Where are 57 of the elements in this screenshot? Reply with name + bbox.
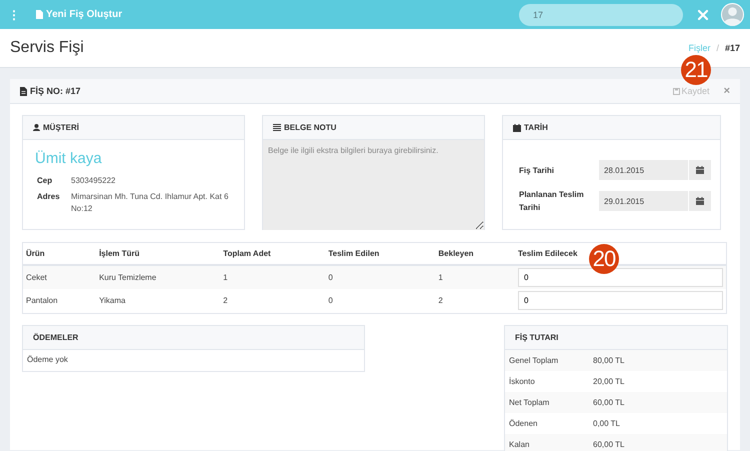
- note-field[interactable]: Belge ile ilgili ekstra bilgileri buraya girebilirsiniz.: [263, 140, 484, 230]
- user-icon: [33, 124, 40, 131]
- breadcrumb-link[interactable]: Fişler: [688, 43, 710, 53]
- calendar-icon: [696, 166, 704, 174]
- panel-title: FİŞ NO: #17: [30, 86, 81, 96]
- menu-icon[interactable]: ⋮: [8, 8, 22, 22]
- total-value: 60,00 TL: [593, 398, 626, 406]
- page-title: Servis Fişi: [10, 39, 84, 57]
- close-button[interactable]: ×: [724, 85, 730, 97]
- card-title: FİŞ TUTARI: [515, 332, 558, 342]
- table-cell: 1: [220, 265, 326, 289]
- total-value: 60,00 TL: [593, 440, 626, 448]
- document-icon: [36, 10, 43, 19]
- total-label: Kalan: [509, 440, 530, 448]
- card-title: ÖDEMELER: [33, 332, 78, 342]
- calendar-icon: [513, 124, 521, 132]
- table-cell: 1: [435, 265, 515, 289]
- document-icon: [20, 86, 27, 96]
- table-cell: 0: [325, 265, 436, 289]
- field-label: Planlanan Teslim Tarihi: [519, 189, 585, 214]
- field-value: 5303495222: [71, 175, 116, 187]
- list-icon: [273, 124, 281, 131]
- field-label: Fiş Tarihi: [519, 164, 555, 176]
- table-cell: Kuru Temizleme: [96, 265, 220, 289]
- customer-name: Ümit kaya: [35, 150, 103, 167]
- field-value: Mimarsinan Mh. Tuna Cd. Ihlamur Apt. Kat 6 No:12: [71, 191, 230, 215]
- total-value: 0,00 TL: [593, 418, 621, 428]
- card-title: BELGE NOTU: [284, 123, 336, 132]
- total-label: Genel Toplam: [509, 356, 560, 364]
- search-field[interactable]: 17: [519, 4, 683, 26]
- field-label: Cep: [37, 175, 54, 187]
- total-label: Net Toplam: [509, 398, 550, 406]
- table-cell: Yikama: [96, 289, 220, 313]
- table-cell: Ceket: [22, 265, 96, 289]
- total-value: 20,00 TL: [593, 376, 626, 386]
- app-title: Yeni Fiş Oluştur: [46, 9, 122, 20]
- total-label: Ödenen: [509, 418, 538, 428]
- total-label: İskonto: [509, 376, 536, 386]
- table-cell: 2: [220, 289, 326, 313]
- total-value: 80,00 TL: [593, 356, 626, 364]
- breadcrumb-current: #17: [724, 43, 740, 53]
- table-cell: 0: [325, 289, 436, 313]
- callout-marker: 20: [589, 244, 619, 274]
- card-title: TARİH: [524, 123, 548, 132]
- date-field[interactable]: 29.01.2015: [599, 191, 711, 211]
- table-cell: Pantalon: [22, 289, 96, 313]
- quantity-input[interactable]: 0: [518, 291, 723, 310]
- avatar-icon[interactable]: [721, 3, 744, 26]
- card-title: MÜŞTERİ: [43, 123, 79, 132]
- field-label: Adres: [37, 191, 61, 203]
- date-field[interactable]: 28.01.2015: [599, 160, 711, 180]
- save-button[interactable]: Kaydet: [672, 86, 710, 96]
- empty-message: Ödeme yok: [26, 354, 69, 366]
- table-cell: 2: [435, 289, 515, 313]
- breadcrumb-separator: /: [716, 43, 719, 53]
- quantity-input[interactable]: 0: [518, 268, 723, 287]
- calendar-icon: [696, 197, 704, 205]
